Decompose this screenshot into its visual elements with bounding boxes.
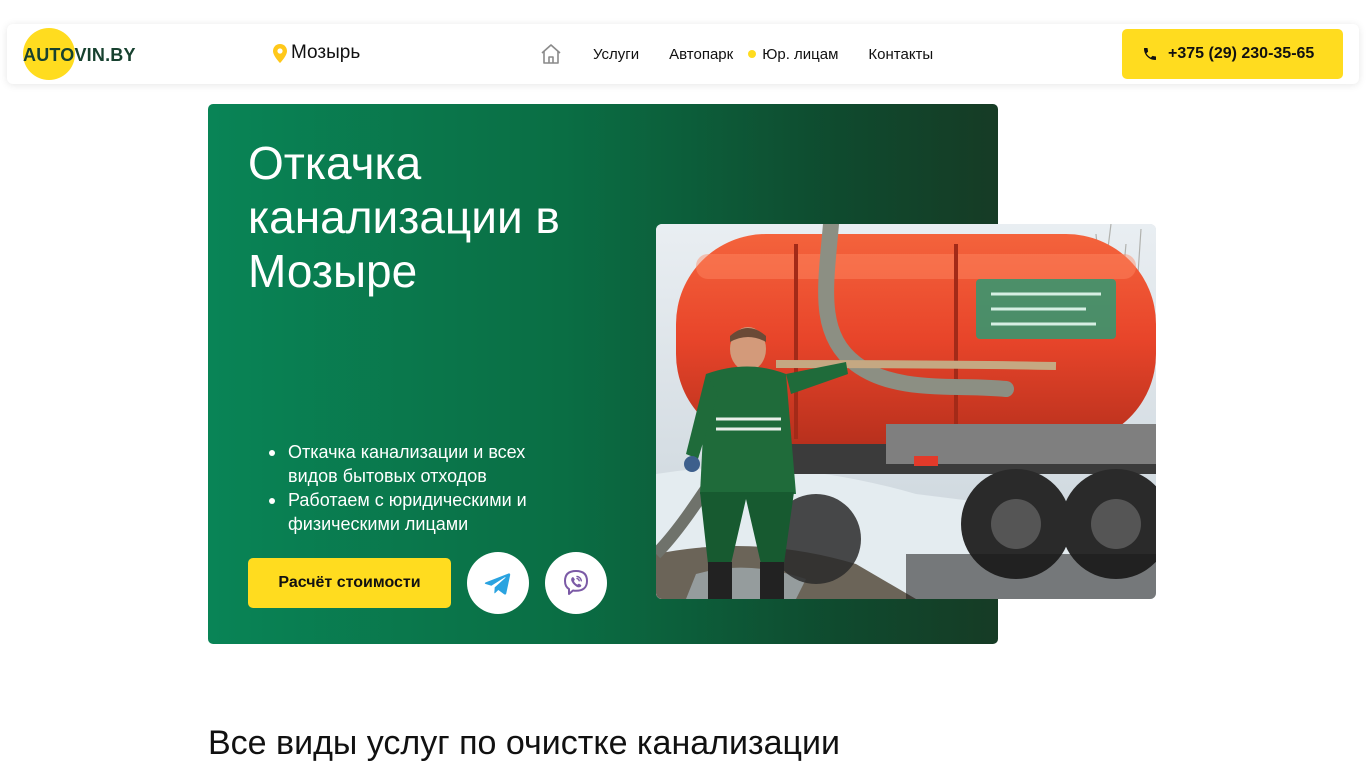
list-item: Работаем с юридическими и физическими ли… (248, 488, 558, 536)
hero-benefits-list: Откачка канализации и всех видов бытовых… (248, 440, 558, 536)
logo[interactable]: AUTOVIN.BY (23, 28, 163, 80)
map-pin-icon (273, 43, 287, 63)
viber-button[interactable] (545, 552, 607, 614)
sewage-truck-illustration (656, 224, 1156, 599)
nav-item-contacts[interactable]: Контакты (868, 46, 933, 63)
nav-dot (748, 50, 757, 58)
nav-item-fleet[interactable]: Автопарк (669, 46, 733, 63)
phone-number: +375 (29) 230-35-65 (1168, 45, 1315, 62)
city-label: Мозырь (291, 42, 361, 63)
nav-label: Юр. лицам (762, 45, 839, 63)
telegram-button[interactable] (467, 552, 529, 614)
page-title: Откачка канализации в Мозыре (248, 137, 560, 297)
telegram-icon (484, 573, 511, 595)
nav-label: Контакты (868, 45, 934, 63)
home-icon[interactable] (539, 42, 563, 66)
viber-icon (564, 570, 588, 595)
list-item: Откачка канализации и всех видов бытовых… (248, 440, 558, 488)
phone-icon (1144, 48, 1156, 60)
nav-label: Автопарк (669, 45, 734, 63)
main-nav: Услуги Автопарк Юр. лицам Контакты (539, 40, 963, 68)
site-header: AUTOVIN.BY Мозырь Услуги Автопарк Юр. ли… (7, 24, 1359, 84)
services-section-title: Все виды услуг по очистке канализации (208, 724, 840, 762)
nav-label: Услуги (593, 45, 640, 63)
sewage-truck-photo (656, 224, 1156, 599)
phone-button[interactable]: +375 (29) 230-35-65 (1122, 29, 1343, 79)
calculate-cost-button[interactable]: Расчёт стоимости (248, 558, 451, 608)
logo-text: AUTOVIN.BY (23, 45, 136, 65)
nav-item-services[interactable]: Услуги (593, 46, 639, 63)
nav-item-legal-entities[interactable]: Юр. лицам (748, 46, 838, 63)
city-selector[interactable]: Мозырь (273, 42, 360, 64)
